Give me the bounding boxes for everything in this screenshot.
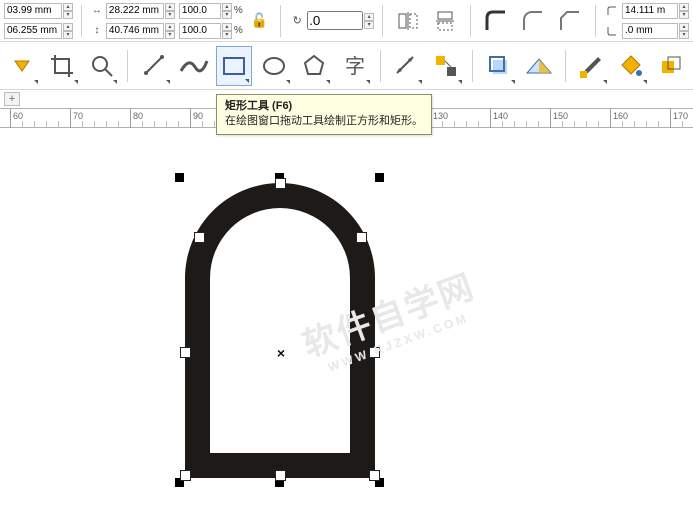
node-handle[interactable] <box>357 233 366 242</box>
corner-w-spinner[interactable]: ▴▾ <box>679 3 689 19</box>
interactive-fill-tool[interactable] <box>613 46 649 86</box>
percent-label: % <box>234 5 243 16</box>
rotate-field: ↻ ▴▾ <box>289 11 374 30</box>
dimension-tool[interactable] <box>388 46 424 86</box>
corner-bl-icon <box>604 23 620 39</box>
separator <box>380 50 381 82</box>
ellipse-tool[interactable] <box>256 46 292 86</box>
drop-shadow-tool[interactable] <box>481 46 517 86</box>
pos-x-input[interactable] <box>4 3 62 19</box>
node-handle[interactable] <box>276 471 285 480</box>
separator <box>127 50 128 82</box>
zoom-tool[interactable] <box>84 46 120 86</box>
height-input[interactable] <box>106 23 164 39</box>
eyedropper-tool[interactable] <box>574 46 610 86</box>
corner-chamfer-button[interactable] <box>554 3 587 39</box>
separator <box>81 5 82 37</box>
transparency-tool[interactable] <box>521 46 557 86</box>
node-handle[interactable] <box>181 471 190 480</box>
separator <box>280 5 281 37</box>
dropdown-tool[interactable] <box>4 46 40 86</box>
arch-shape[interactable] <box>185 183 375 478</box>
artistic-media-tool[interactable] <box>176 46 212 86</box>
corner-round-button[interactable] <box>479 3 512 39</box>
selected-shape[interactable]: × <box>175 173 385 483</box>
rotate-icon: ↻ <box>289 13 305 29</box>
mirror-v-button[interactable] <box>429 3 462 39</box>
scale-x-spinner[interactable]: ▴▾ <box>222 3 232 19</box>
ruler-label: 130 <box>433 111 448 121</box>
node-handle[interactable] <box>276 179 285 188</box>
pos-y-input[interactable] <box>4 23 62 39</box>
lock-ratio-icon[interactable]: 🔓 <box>251 12 268 29</box>
svg-text:字: 字 <box>345 55 365 78</box>
toolbox: 字 <box>0 42 693 90</box>
smart-fill-tool[interactable] <box>653 46 689 86</box>
height-icon: ↕ <box>90 25 104 36</box>
position-fields: ▴▾ ▴▾ <box>4 2 73 40</box>
document-tabs: + <box>0 90 20 108</box>
crop-tool[interactable] <box>44 46 80 86</box>
ruler-label: 160 <box>613 111 628 121</box>
corner-h-spinner[interactable]: ▴▾ <box>679 23 689 39</box>
width-spinner[interactable]: ▴▾ <box>165 3 175 19</box>
drawing-canvas[interactable]: 软件自学网 WWW.RJZXW.COM × <box>0 128 693 505</box>
node-handle[interactable] <box>181 348 190 357</box>
ruler-label: 140 <box>493 111 508 121</box>
rotate-input[interactable] <box>307 11 363 30</box>
pos-x-spinner[interactable]: ▴▾ <box>63 3 73 19</box>
rectangle-tool[interactable] <box>216 46 252 86</box>
height-spinner[interactable]: ▴▾ <box>165 23 175 39</box>
size-fields: ↔ ▴▾ ↕ ▴▾ <box>90 2 175 40</box>
freehand-tool[interactable] <box>136 46 172 86</box>
corner-radius-fields: ▴▾ ▴▾ <box>604 2 689 40</box>
tooltip-title: 矩形工具 (F6) <box>225 99 423 114</box>
center-marker[interactable]: × <box>277 345 285 361</box>
ruler-label: 170 <box>673 111 688 121</box>
ruler-label: 150 <box>553 111 568 121</box>
ruler-label: 90 <box>193 111 203 121</box>
ruler-label: 80 <box>133 111 143 121</box>
connector-tool[interactable] <box>428 46 464 86</box>
new-tab-button[interactable]: + <box>4 92 20 106</box>
width-icon: ↔ <box>90 5 104 16</box>
node-handle[interactable] <box>195 233 204 242</box>
pos-y-spinner[interactable]: ▴▾ <box>63 23 73 39</box>
separator <box>565 50 566 82</box>
separator <box>472 50 473 82</box>
scale-x-input[interactable] <box>179 3 221 19</box>
text-tool[interactable]: 字 <box>336 46 372 86</box>
selection-handle-tr[interactable] <box>375 173 384 182</box>
scale-fields: ▴▾ % ▴▾ % <box>179 2 243 40</box>
rotate-spinner[interactable]: ▴▾ <box>364 13 374 29</box>
scale-y-spinner[interactable]: ▴▾ <box>222 23 232 39</box>
node-handle[interactable] <box>370 471 379 480</box>
corner-tl-icon <box>604 3 620 19</box>
separator <box>470 5 471 37</box>
property-bar: ▴▾ ▴▾ ↔ ▴▾ ↕ ▴▾ ▴▾ % ▴▾ % 🔓 <box>0 0 693 42</box>
selection-handle-tl[interactable] <box>175 173 184 182</box>
corner-w-input[interactable] <box>622 3 678 19</box>
ruler-label: 60 <box>13 111 23 121</box>
corner-h-input[interactable] <box>622 23 678 39</box>
tooltip: 矩形工具 (F6) 在绘图窗口拖动工具绘制正方形和矩形。 <box>216 94 432 135</box>
corner-scallop-button[interactable] <box>516 3 549 39</box>
width-input[interactable] <box>106 3 164 19</box>
node-handle[interactable] <box>370 348 379 357</box>
ruler-label: 70 <box>73 111 83 121</box>
scale-y-input[interactable] <box>179 23 221 39</box>
polygon-tool[interactable] <box>296 46 332 86</box>
percent-label: % <box>234 25 243 36</box>
separator <box>382 5 383 37</box>
separator <box>595 5 596 37</box>
tooltip-desc: 在绘图窗口拖动工具绘制正方形和矩形。 <box>225 114 423 129</box>
mirror-h-button[interactable] <box>391 3 424 39</box>
